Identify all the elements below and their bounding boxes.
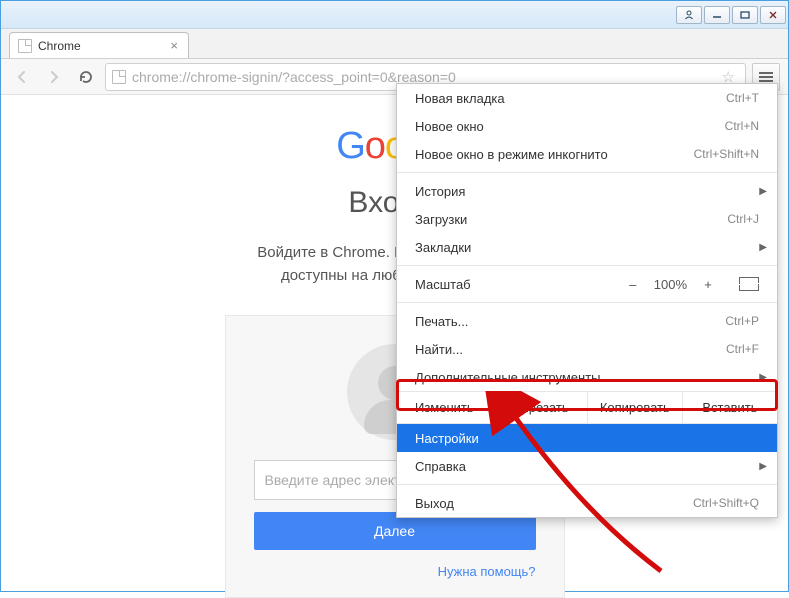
menu-exit[interactable]: Выход Ctrl+Shift+Q <box>397 489 777 517</box>
label: Справка <box>415 459 759 474</box>
shortcut: Ctrl+N <box>725 119 759 133</box>
tab-strip: Chrome × <box>1 29 788 59</box>
cut-button[interactable]: Вырезать <box>492 392 587 423</box>
zoom-in-button[interactable]: + <box>701 277 715 292</box>
minimize-button[interactable] <box>704 6 730 24</box>
menu-help[interactable]: Справка ▶ <box>397 452 777 480</box>
fullscreen-icon[interactable] <box>739 277 759 291</box>
shortcut: Ctrl+Shift+Q <box>693 496 759 510</box>
forward-button[interactable] <box>41 64 67 90</box>
copy-button[interactable]: Копировать <box>587 392 682 423</box>
chevron-right-icon: ▶ <box>759 242 767 253</box>
menu-new-window[interactable]: Новое окно Ctrl+N <box>397 112 777 140</box>
label: Настройки <box>415 431 759 446</box>
menu-separator <box>397 484 777 485</box>
chevron-right-icon: ▶ <box>759 461 767 472</box>
tab-title: Chrome <box>38 39 168 53</box>
menu-more-tools[interactable]: Дополнительные инструменты ▶ <box>397 363 777 391</box>
menu-history[interactable]: История ▶ <box>397 177 777 205</box>
user-icon[interactable] <box>676 6 702 24</box>
label: Закладки <box>415 240 759 255</box>
shortcut: Ctrl+F <box>726 342 759 356</box>
reload-button[interactable] <box>73 64 99 90</box>
menu-separator <box>397 265 777 266</box>
shortcut: Ctrl+P <box>725 314 759 328</box>
page-icon <box>112 70 126 84</box>
main-menu: Новая вкладка Ctrl+T Новое окно Ctrl+N Н… <box>396 83 778 518</box>
menu-bookmarks[interactable]: Закладки ▶ <box>397 233 777 261</box>
menu-downloads[interactable]: Загрузки Ctrl+J <box>397 205 777 233</box>
browser-window: Chrome × chrome://chrome-signin/?access_… <box>0 0 789 592</box>
label: Масштаб <box>415 277 616 292</box>
menu-settings[interactable]: Настройки <box>397 424 777 452</box>
close-button[interactable] <box>760 6 786 24</box>
label: Новая вкладка <box>415 91 726 106</box>
zoom-out-button[interactable]: – <box>626 277 640 292</box>
shortcut: Ctrl+J <box>727 212 759 226</box>
chevron-right-icon: ▶ <box>759 372 767 383</box>
shortcut: Ctrl+Shift+N <box>694 147 759 161</box>
help-link-text: Нужна помощь? <box>438 564 536 579</box>
menu-zoom: Масштаб – 100% + <box>397 270 777 298</box>
label: История <box>415 184 759 199</box>
label: Найти... <box>415 342 726 357</box>
page-icon <box>18 39 32 53</box>
shortcut: Ctrl+T <box>726 91 759 105</box>
label: Печать... <box>415 314 725 329</box>
browser-tab[interactable]: Chrome × <box>9 32 189 58</box>
menu-separator <box>397 172 777 173</box>
paste-button[interactable]: Вставить <box>682 392 777 423</box>
menu-new-tab[interactable]: Новая вкладка Ctrl+T <box>397 84 777 112</box>
label: Загрузки <box>415 212 727 227</box>
chevron-right-icon: ▶ <box>759 186 767 197</box>
hamburger-icon <box>759 72 773 82</box>
label: Дополнительные инструменты <box>415 370 759 385</box>
zoom-value: 100% <box>654 277 687 292</box>
help-link[interactable]: Нужна помощь? <box>254 564 536 579</box>
label: Выход <box>415 496 693 511</box>
menu-separator <box>397 302 777 303</box>
menu-find[interactable]: Найти... Ctrl+F <box>397 335 777 363</box>
label: Новое окно <box>415 119 725 134</box>
menu-print[interactable]: Печать... Ctrl+P <box>397 307 777 335</box>
menu-edit-row: Изменить Вырезать Копировать Вставить <box>397 391 777 424</box>
edit-label: Изменить <box>397 392 492 423</box>
menu-new-incognito[interactable]: Новое окно в режиме инкогнито Ctrl+Shift… <box>397 140 777 168</box>
maximize-button[interactable] <box>732 6 758 24</box>
back-button[interactable] <box>9 64 35 90</box>
zoom-controls: – 100% + <box>626 277 759 292</box>
tab-close-icon[interactable]: × <box>168 38 180 53</box>
label: Новое окно в режиме инкогнито <box>415 147 694 162</box>
next-button-label: Далее <box>374 523 415 539</box>
window-titlebar <box>1 1 788 29</box>
